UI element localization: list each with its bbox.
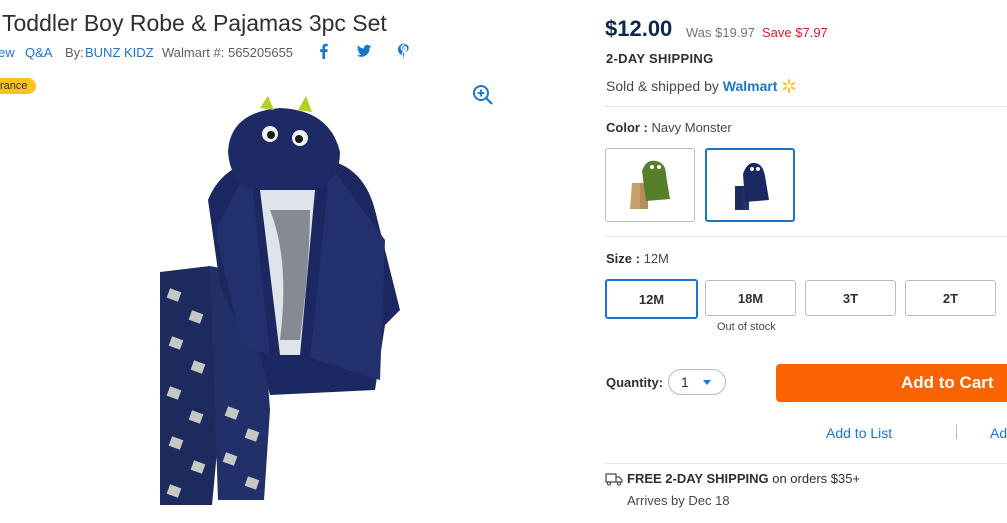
reviews-link[interactable]: ew — [0, 45, 15, 60]
sold-by-prefix: Sold & shipped by — [606, 78, 719, 94]
truck-icon — [605, 473, 623, 486]
arrival-date: Arrives by Dec 18 — [627, 493, 730, 508]
zoom-in-icon[interactable] — [472, 84, 494, 106]
qa-link[interactable]: Q&A — [25, 45, 52, 60]
add-to-registry-link[interactable]: Ad — [990, 425, 1007, 441]
quantity-select[interactable]: 1 — [668, 369, 726, 395]
quantity-label: Quantity: — [606, 375, 664, 390]
divider — [605, 236, 1007, 237]
walmart-spark-icon — [783, 79, 796, 93]
save-amount: Save $7.97 — [762, 25, 828, 40]
color-label: Color : Navy Monster — [606, 120, 732, 135]
free-shipping-line: FREE 2-DAY SHIPPING on orders $35+ — [627, 471, 860, 486]
was-price: Was $19.97 — [686, 25, 755, 40]
divider — [605, 106, 1007, 107]
color-value: Navy Monster — [651, 120, 732, 135]
size-option-12m[interactable]: 12M — [605, 279, 698, 319]
seller-name[interactable]: Walmart — [723, 78, 778, 94]
out-of-stock-note: Out of stock — [717, 321, 776, 333]
product-image[interactable] — [150, 90, 420, 515]
size-option-18m[interactable]: 18M — [705, 280, 796, 316]
sold-by-line: Sold & shipped by Walmart — [606, 78, 797, 94]
size-value: 12M — [643, 251, 669, 266]
facebook-icon[interactable] — [315, 42, 333, 60]
shipping-headline: 2-DAY SHIPPING — [606, 51, 714, 66]
add-to-cart-button[interactable]: Add to Cart — [776, 364, 1007, 402]
current-price: $12.00 — [605, 16, 673, 41]
by-label: By: — [65, 45, 84, 60]
divider — [956, 424, 957, 439]
swatch-green-image — [630, 160, 670, 209]
size-option-2t[interactable]: 2T — [905, 280, 996, 316]
free-shipping-suffix: on orders $35+ — [772, 471, 861, 486]
pinterest-icon[interactable] — [395, 42, 413, 60]
brand-link[interactable]: BUNZ KIDZ — [85, 45, 154, 60]
divider — [605, 463, 1007, 464]
twitter-icon[interactable] — [355, 42, 373, 60]
size-label: Size : 12M — [606, 251, 669, 266]
caret-down-icon — [702, 379, 711, 385]
free-shipping-label: FREE 2-DAY SHIPPING — [627, 471, 769, 486]
product-title: Toddler Boy Robe & Pajamas 3pc Set — [2, 10, 387, 36]
swatch-green[interactable] — [605, 148, 695, 222]
size-option-3t[interactable]: 3T — [805, 280, 896, 316]
swatch-navy-monster[interactable] — [705, 148, 795, 222]
walmart-number: Walmart #: 565205655 — [162, 45, 294, 60]
quantity-value: 1 — [681, 374, 689, 390]
swatch-navy-image — [735, 162, 769, 210]
clearance-badge: rance — [0, 78, 36, 94]
add-to-list-link[interactable]: Add to List — [826, 425, 892, 441]
